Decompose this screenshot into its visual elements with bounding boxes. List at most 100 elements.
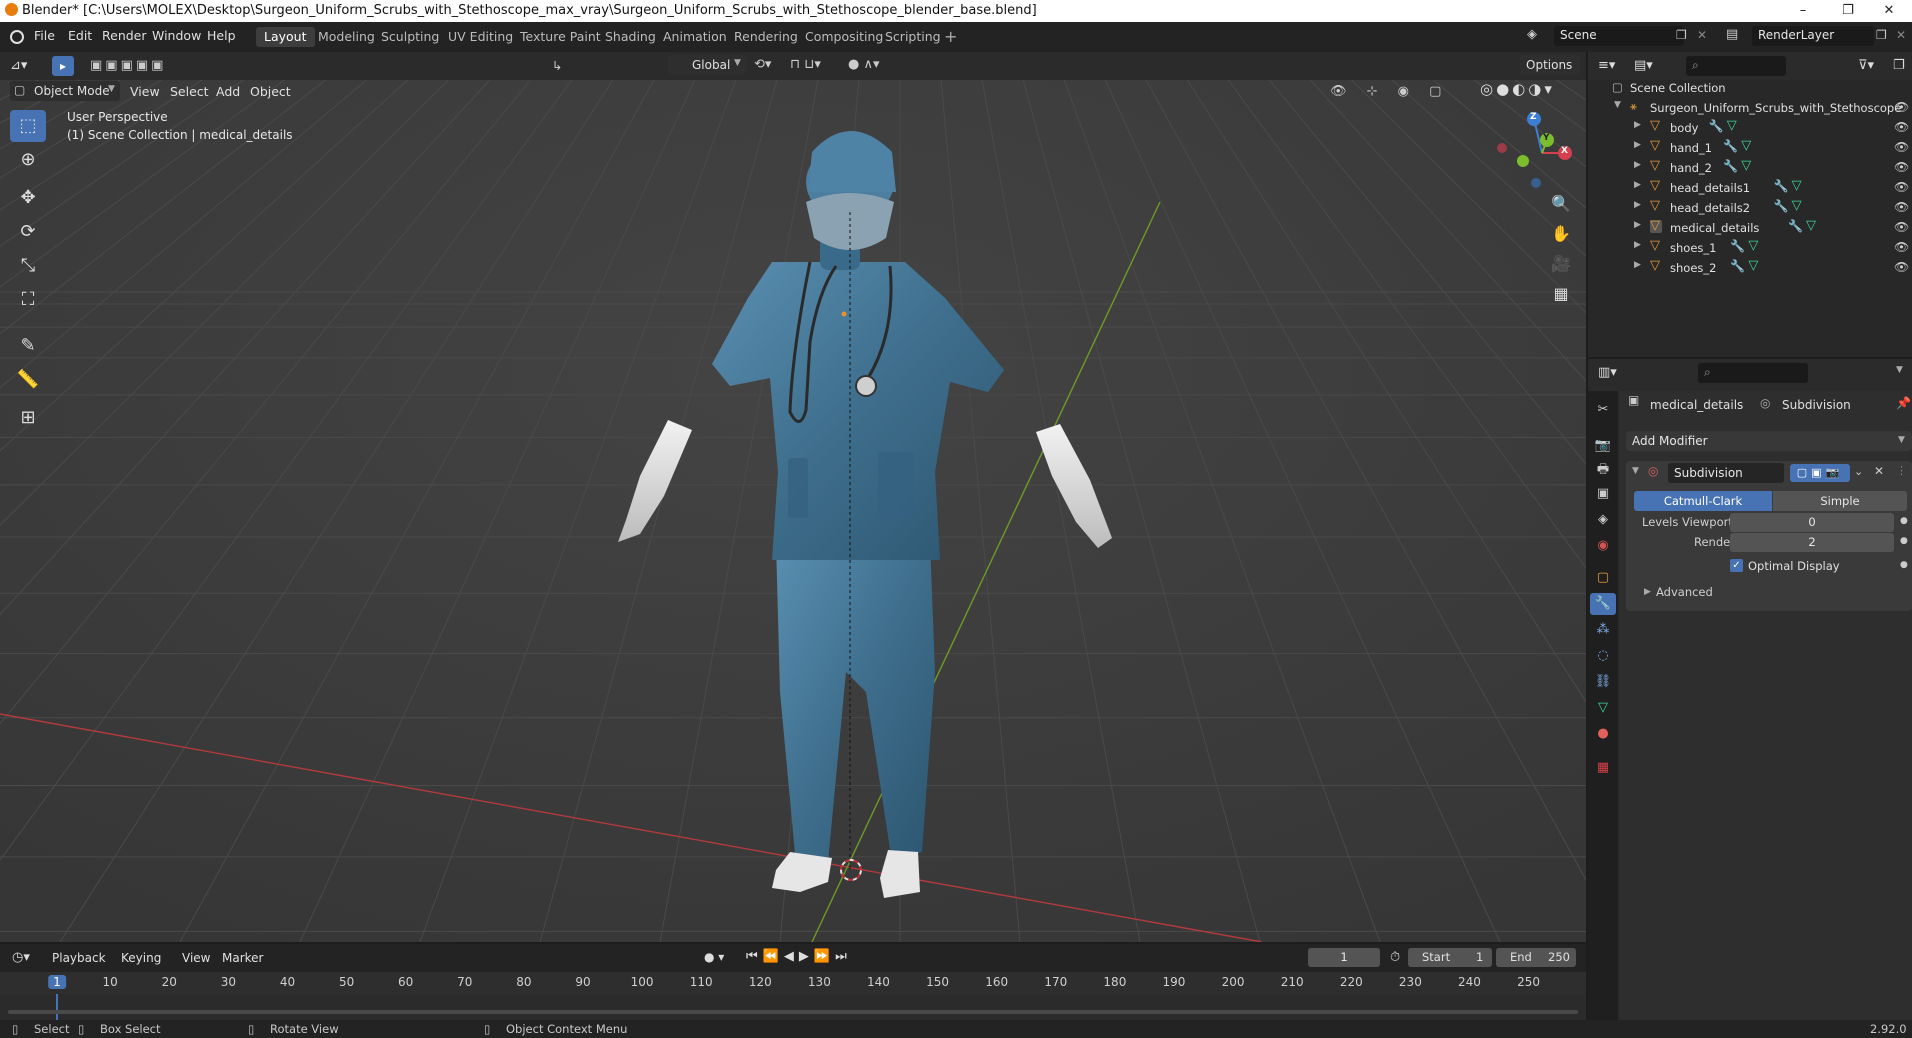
visibility-eye-icon[interactable]: 👁 <box>1894 120 1909 134</box>
viewport-menu-object[interactable]: Object <box>250 84 291 99</box>
optimal-display-checkbox[interactable]: ✓ <box>1730 559 1743 572</box>
new-collection-icon[interactable]: ❐ <box>1893 58 1905 73</box>
outliner-item-body[interactable]: ▶ ▽ body 🔧 ▽ 👁 <box>1588 118 1912 138</box>
select-tool-icon[interactable]: ⬚ <box>10 110 46 142</box>
timeline-ruler[interactable]: 1 10 20 30 40 50 60 70 80 90 100 110 120 130 140 150 160… <box>0 972 1586 1022</box>
drag-handle-icon[interactable]: ⋮⋮ <box>1896 464 1912 477</box>
keying-menu[interactable]: Keying <box>121 951 161 965</box>
scale-tool-icon[interactable]: ⤡ <box>10 250 46 282</box>
blender-menu-icon[interactable] <box>10 30 24 44</box>
chevron-down-icon[interactable]: ⌄ <box>1854 465 1863 478</box>
display-toggles-icon[interactable]: ▢▣📷 <box>1790 464 1850 482</box>
selection-modes-icon[interactable]: ▣▣▣▣▣ <box>90 58 166 73</box>
mesh-data-icon[interactable]: ▽ <box>1748 258 1758 273</box>
texture-tab-icon[interactable]: ▦ <box>1593 757 1613 779</box>
cursor-tool-icon[interactable]: ⊕ <box>10 144 46 176</box>
render-tab-icon[interactable]: 📷 <box>1593 435 1613 457</box>
visibility-eye-icon[interactable]: 👁 <box>1894 140 1909 154</box>
expand-triangle-icon[interactable]: ▶ <box>1634 140 1641 150</box>
output-tab-icon[interactable]: 🖶 <box>1593 459 1613 481</box>
outliner-item-shoes-1[interactable]: ▶ ▽ shoes_1 🔧 ▽ 👁 <box>1588 238 1912 258</box>
tool-tab-icon[interactable]: ✂ <box>1593 399 1613 421</box>
start-frame-field[interactable]: Start 1 <box>1408 948 1492 967</box>
material-tab-icon[interactable]: ● <box>1593 723 1613 745</box>
outliner-item-head-details1[interactable]: ▶ ▽ head_details1 🔧 ▽ 👁 <box>1588 178 1912 198</box>
mesh-data-icon[interactable]: ▽ <box>1741 158 1751 173</box>
remove-modifier-icon[interactable]: ✕ <box>1874 464 1884 478</box>
expand-triangle-icon[interactable]: ▶ <box>1634 220 1641 230</box>
timeline-scrollbar[interactable] <box>8 1010 1578 1014</box>
transform-tool-icon[interactable]: ⛶ <box>10 284 46 316</box>
keyframe-dot-icon[interactable]: ● <box>1900 536 1908 546</box>
menu-file[interactable]: File <box>34 28 55 43</box>
transform-orientation-dropdown[interactable]: Global ▼ <box>668 55 746 75</box>
outliner-item-shoes-2[interactable]: ▶ ▽ shoes_2 🔧 ▽ 👁 <box>1588 258 1912 278</box>
marker-menu[interactable]: Marker <box>222 951 263 965</box>
outliner-search-input[interactable]: ⌕ <box>1686 56 1786 76</box>
new-scene-icon[interactable]: ❐ <box>1676 28 1687 42</box>
expand-triangle-icon[interactable]: ▼ <box>1614 100 1621 110</box>
tab-shading[interactable]: Shading <box>597 27 664 47</box>
add-cube-tool-icon[interactable]: ⊞ <box>10 402 46 434</box>
expand-triangle-icon[interactable]: ▶ <box>1634 120 1641 130</box>
snap-icon[interactable]: ⊓ ⊔▾ <box>790 57 821 72</box>
pan-hand-icon[interactable]: ✋ <box>1547 220 1575 248</box>
move-tool-icon[interactable]: ✥ <box>10 182 46 214</box>
tab-layout[interactable]: Layout <box>256 27 315 47</box>
record-icon[interactable]: ● ▾ <box>704 950 724 964</box>
tab-scripting[interactable]: Scripting <box>877 27 949 47</box>
modifier-wrench-icon[interactable]: 🔧 <box>1723 139 1738 153</box>
particles-tab-icon[interactable]: ⁂ <box>1593 619 1613 641</box>
physics-tab-icon[interactable]: ◌ <box>1593 645 1613 667</box>
tab-rendering[interactable]: Rendering <box>726 27 806 47</box>
modifier-wrench-icon[interactable]: 🔧 <box>1730 259 1745 273</box>
render-layer-selector[interactable]: RenderLayer <box>1752 26 1874 46</box>
playback-menu[interactable]: Playback <box>52 951 106 965</box>
zoom-icon[interactable]: 🔍 <box>1547 190 1575 218</box>
outliner-item-head-details2[interactable]: ▶ ▽ head_details2 🔧 ▽ 👁 <box>1588 198 1912 218</box>
chevron-down-icon[interactable]: ▼ <box>1896 365 1903 375</box>
keyframe-dot-icon[interactable]: ● <box>1900 560 1908 570</box>
modifier-wrench-icon[interactable]: 🔧 <box>1730 239 1745 253</box>
visibility-eye-icon[interactable]: 👁 <box>1894 160 1909 174</box>
mesh-data-icon[interactable]: ▽ <box>1792 178 1802 193</box>
new-layer-icon[interactable]: ❐ <box>1876 28 1887 42</box>
minimize-button[interactable]: – <box>1780 0 1826 22</box>
visibility-eye-icon[interactable]: 👁 <box>1894 180 1909 194</box>
render-levels-field[interactable]: 2 <box>1730 533 1894 552</box>
outliner-collection-row[interactable]: ▼ ⚹ Surgeon_Uniform_Scrubs_with_Stethosc… <box>1588 98 1912 118</box>
grid-view-icon[interactable]: ▦ <box>1547 280 1575 308</box>
overlay-icons[interactable]: 👁 ⊹ ◉ ▢ <box>1330 84 1449 99</box>
world-tab-icon[interactable]: ◉ <box>1593 535 1613 557</box>
advanced-section-label[interactable]: Advanced <box>1656 585 1713 599</box>
expand-triangle-icon[interactable]: ▶ <box>1634 180 1641 190</box>
view-layer-icon[interactable]: ▤ <box>1726 27 1738 42</box>
mesh-data-icon[interactable]: ▽ <box>1806 218 1816 233</box>
playhead-line[interactable] <box>56 994 58 1022</box>
modifier-wrench-icon[interactable]: 🔧 <box>1774 199 1789 213</box>
visibility-eye-icon[interactable]: 👁 <box>1894 240 1909 254</box>
editor-type-icon[interactable]: ⊿▾ <box>10 58 27 73</box>
proportional-edit-icon[interactable]: ● ∧▾ <box>848 57 880 72</box>
close-window-button[interactable]: ✕ <box>1866 0 1912 22</box>
maximize-button[interactable]: ❐ <box>1825 0 1871 22</box>
visibility-eye-icon[interactable]: 👁 <box>1894 260 1909 274</box>
tab-modeling[interactable]: Modeling <box>310 27 383 47</box>
collapse-triangle-icon[interactable]: ▼ <box>1632 466 1639 476</box>
expand-triangle-icon[interactable]: ▶ <box>1644 587 1651 597</box>
modifier-wrench-icon[interactable]: 🔧 <box>1774 179 1789 193</box>
delete-scene-icon[interactable]: ✕ <box>1697 28 1707 42</box>
modifier-tab-icon[interactable]: 🔧 <box>1590 593 1616 615</box>
simple-button[interactable]: Simple <box>1773 491 1907 511</box>
scene-tab-icon[interactable]: ◈ <box>1593 509 1613 531</box>
mesh-data-icon[interactable]: ▽ <box>1727 118 1737 133</box>
visibility-eye-icon[interactable]: 👁 <box>1894 200 1909 214</box>
filter-icon[interactable]: ⊽▾ <box>1858 58 1874 73</box>
rotate-tool-icon[interactable]: ⟳ <box>10 216 46 248</box>
display-mode-icon[interactable]: ▤▾ <box>1634 58 1653 73</box>
timeline-editor-icon[interactable]: ◷▾ <box>12 950 30 965</box>
3d-viewport[interactable]: Z Y X User Perspective (1) Scene Collect… <box>0 52 1586 942</box>
expand-triangle-icon[interactable]: ▶ <box>1634 200 1641 210</box>
expand-triangle-icon[interactable]: ▶ <box>1634 260 1641 270</box>
scene-icon[interactable]: ◈ <box>1527 27 1537 42</box>
